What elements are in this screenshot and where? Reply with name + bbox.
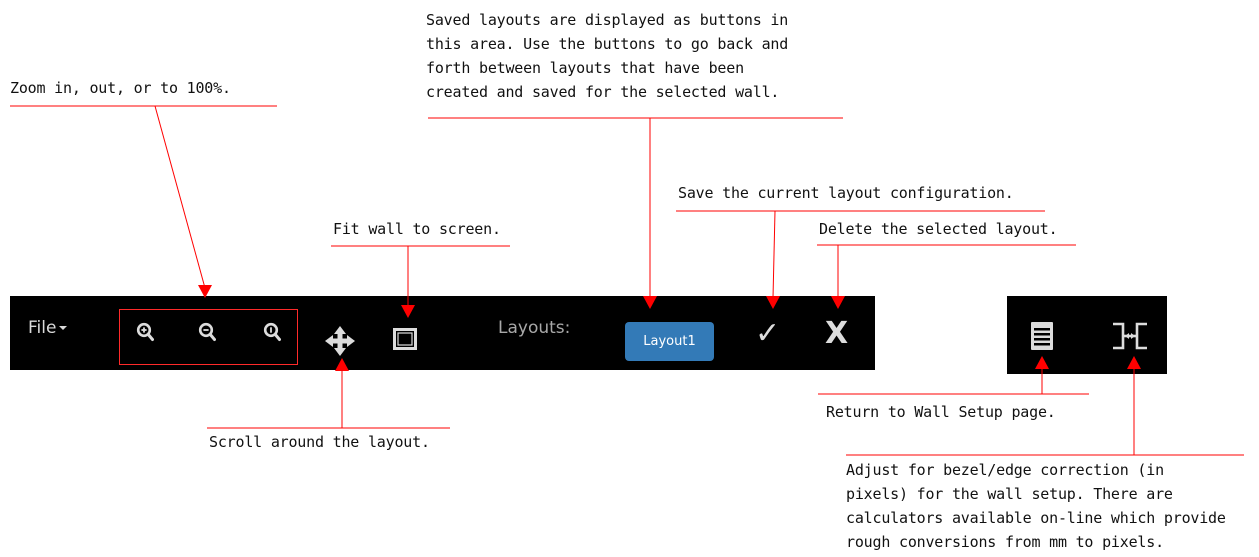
callout-leader-lines	[10, 105, 1244, 456]
